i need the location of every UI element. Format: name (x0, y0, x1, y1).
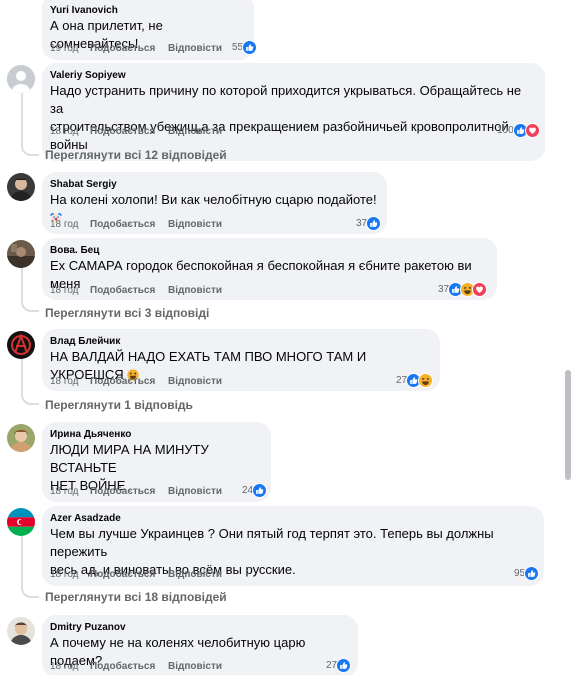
like-button[interactable]: Подобається (90, 219, 168, 230)
reply-button[interactable]: Відповісти (168, 376, 222, 387)
profile-photo-icon (7, 240, 35, 268)
reaction-summary[interactable]: 27 (396, 373, 434, 388)
view-replies-link[interactable]: Переглянути 1 відповідь (45, 398, 193, 412)
comment-author[interactable]: Dmitry Puzanov (50, 621, 348, 634)
comment-time[interactable]: 18 год (50, 126, 90, 137)
like-button[interactable]: Подобається (90, 661, 168, 672)
comment-author[interactable]: Yuri Ivanovich (50, 4, 244, 17)
flag-avatar-icon (7, 508, 35, 536)
haha-reaction-icon (418, 373, 434, 388)
reaction-summary[interactable]: 55 (232, 40, 258, 55)
comment-author[interactable]: Влад Блейчик (50, 335, 430, 348)
comment-text-content: На колені холопи! Ви как челобітную сцар… (50, 192, 377, 207)
comment-author[interactable]: Вова. Бец (50, 244, 487, 257)
comment-actions: 18 год Подобається Відповісти (50, 126, 222, 137)
like-button[interactable]: Подобається (90, 376, 168, 387)
comment-actions: 18 год Подобається Відповісти (50, 661, 222, 672)
reply-button[interactable]: Відповісти (168, 219, 222, 230)
avatar[interactable] (7, 240, 35, 268)
reply-button[interactable]: Відповісти (168, 661, 222, 672)
comment-author[interactable]: Ирина Дьяченко (50, 428, 261, 441)
comment-time[interactable]: 19 год (50, 43, 90, 54)
reaction-summary[interactable]: 37 (438, 282, 488, 297)
comment-actions: 19 год Подобається Відповісти (50, 43, 222, 54)
avatar[interactable] (7, 508, 35, 536)
like-reaction-icon (252, 483, 268, 498)
reply-button[interactable]: Відповісти (168, 285, 222, 296)
default-avatar-icon (7, 65, 35, 93)
thread-connector (21, 359, 39, 405)
love-reaction-icon (472, 282, 488, 297)
comment-actions: 18 год Подобається Відповісти (50, 486, 222, 497)
view-replies-link[interactable]: Переглянути всі 18 відповідей (45, 590, 227, 604)
reaction-summary[interactable]: 37 (356, 216, 382, 231)
avatar[interactable] (7, 331, 35, 359)
comment-actions: 18 год Подобається Відповісти (50, 285, 222, 296)
profile-photo-icon (7, 617, 35, 645)
thread-connector (21, 268, 39, 312)
comment-author[interactable]: Shabat Sergiy (50, 178, 377, 191)
profile-photo-icon (7, 173, 35, 201)
reaction-summary[interactable]: 100 (497, 123, 540, 138)
thread-connector (21, 93, 39, 156)
love-reaction-icon (524, 123, 540, 138)
reply-button[interactable]: Відповісти (168, 486, 222, 497)
comment-text-line: ЛЮДИ МИРА НА МИНУТУ ВСТАНЬТЕ (50, 442, 209, 475)
like-button[interactable]: Подобається (90, 126, 168, 137)
avatar[interactable] (7, 617, 35, 645)
like-button[interactable]: Подобається (90, 486, 168, 497)
comment-time[interactable]: 18 год (50, 285, 90, 296)
like-button[interactable]: Подобається (90, 43, 168, 54)
scrollbar-thumb[interactable] (565, 370, 571, 480)
comment-author[interactable]: Azer Asadzade (50, 512, 534, 525)
avatar[interactable] (7, 424, 35, 452)
profile-photo-icon (7, 424, 35, 452)
comment-time[interactable]: 18 год (50, 569, 90, 580)
like-reaction-icon (366, 216, 382, 231)
view-replies-link[interactable]: Переглянути всі 12 відповідей (45, 148, 227, 162)
like-reaction-icon (336, 658, 352, 673)
avatar[interactable] (7, 65, 35, 93)
comment-text-line: Чем вы лучше Украинцев ? Они пятый год т… (50, 526, 494, 559)
reaction-summary[interactable]: 27 (326, 658, 352, 673)
like-button[interactable]: Подобається (90, 569, 168, 580)
comment-time[interactable]: 18 год (50, 219, 90, 230)
comment-bubble: Valeriy Sopiyew Надо устранить причину п… (42, 63, 545, 161)
view-replies-link[interactable]: Переглянути всі 3 відповіді (45, 306, 209, 320)
comment-actions: 18 год Подобається Відповісти (50, 219, 222, 230)
like-reaction-icon (242, 40, 258, 55)
reply-button[interactable]: Відповісти (168, 569, 222, 580)
avatar[interactable] (7, 173, 35, 201)
reply-button[interactable]: Відповісти (168, 43, 222, 54)
like-reaction-icon (524, 566, 540, 581)
scrollbar[interactable] (565, 370, 571, 480)
thread-connector (21, 536, 39, 598)
anarchy-symbol-icon (7, 331, 35, 359)
reaction-count: 100 (497, 125, 514, 136)
comment-author[interactable]: Valeriy Sopiyew (50, 69, 535, 82)
comment-text-line: Надо устранить причину по которой приход… (50, 83, 522, 116)
like-button[interactable]: Подобається (90, 285, 168, 296)
comment-actions: 18 год Подобається Відповісти (50, 569, 222, 580)
reply-button[interactable]: Відповісти (168, 126, 222, 137)
comment-time[interactable]: 18 год (50, 376, 90, 387)
reaction-summary[interactable]: 24 (242, 483, 268, 498)
comment-actions: 18 год Подобається Відповісти (50, 376, 222, 387)
reaction-summary[interactable]: 95 (514, 566, 540, 581)
comment-time[interactable]: 18 год (50, 486, 90, 497)
comment-time[interactable]: 18 год (50, 661, 90, 672)
